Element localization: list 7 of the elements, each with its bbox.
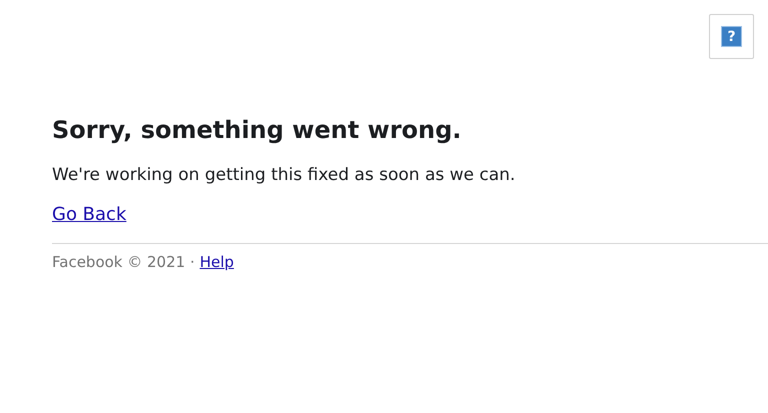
- go-back-link[interactable]: Go Back: [52, 203, 126, 227]
- help-icon: ?: [721, 26, 742, 47]
- error-title: Sorry, something went wrong.: [52, 115, 462, 145]
- help-button[interactable]: ?: [709, 14, 754, 59]
- help-link[interactable]: Help: [200, 251, 234, 273]
- copyright-text: Facebook © 2021 ·: [52, 252, 195, 273]
- error-message: We're working on getting this fixed as soon as we can.: [52, 164, 516, 187]
